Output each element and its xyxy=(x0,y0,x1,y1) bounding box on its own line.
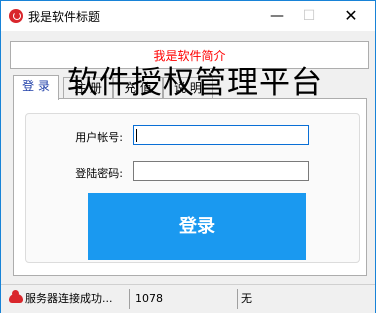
status-extra: 无 xyxy=(241,292,252,305)
title-bar: 我是软件标题 — ☐ ✕ xyxy=(1,1,375,31)
status-count: 1078 xyxy=(135,292,163,305)
maximize-button[interactable]: ☐ xyxy=(293,1,325,31)
status-bar: 服务器连接成功... 1078 无 xyxy=(1,284,375,313)
cloud-icon xyxy=(9,290,23,303)
close-button[interactable]: ✕ xyxy=(335,1,367,31)
minimize-button[interactable]: — xyxy=(261,1,293,31)
window-title: 我是软件标题 xyxy=(28,10,101,24)
status-divider xyxy=(237,289,238,309)
password-input[interactable] xyxy=(133,161,309,181)
app-window: 我是软件标题 — ☐ ✕ 我是软件简介 登 录 注 册 充 值 说 明 软件授权… xyxy=(0,0,376,313)
status-message: 服务器连接成功... xyxy=(25,292,113,305)
username-input[interactable] xyxy=(133,125,309,145)
text-caret xyxy=(136,129,137,142)
password-label: 登陆密码: xyxy=(75,167,123,180)
tab-login[interactable]: 登 录 xyxy=(13,75,59,100)
platform-title: 软件授权管理平台 xyxy=(67,65,323,101)
status-divider xyxy=(129,289,130,309)
username-label: 用户帐号: xyxy=(75,131,123,144)
app-logo-icon xyxy=(9,9,23,23)
login-button[interactable]: 登录 xyxy=(88,193,306,260)
